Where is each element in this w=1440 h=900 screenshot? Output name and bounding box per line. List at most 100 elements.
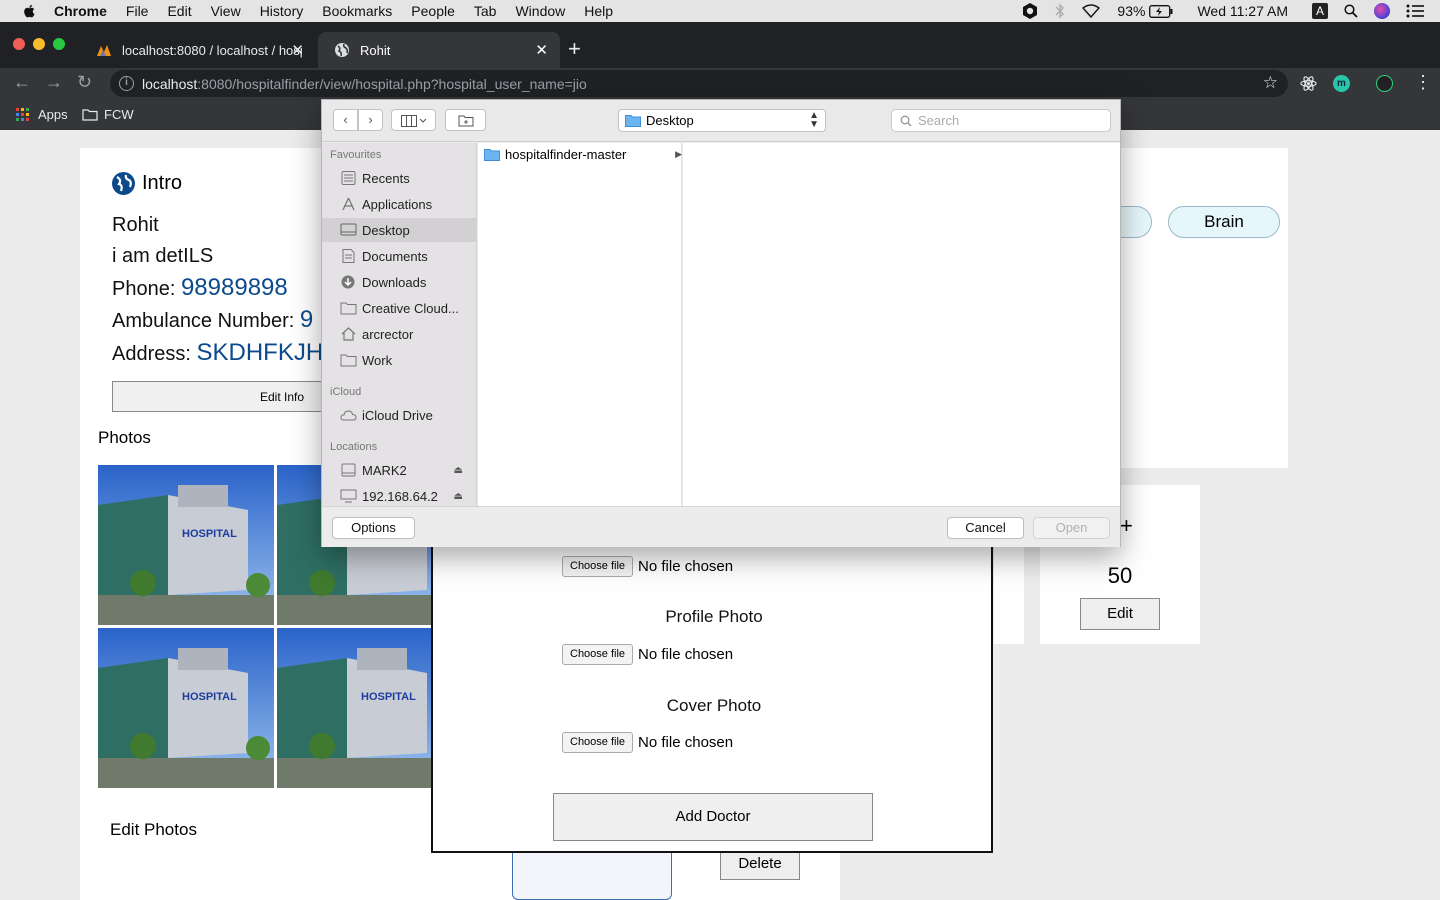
menu-people[interactable]: People [411, 3, 455, 19]
browser-toolbar: ← → ↻ i localhost:8080/hospitalfinder/vi… [0, 68, 1440, 99]
cover-photo-file-input[interactable]: Choose file No file chosen [562, 732, 733, 753]
menu-edit[interactable]: Edit [167, 3, 191, 19]
tab-rohit[interactable]: Rohit ✕ [318, 32, 560, 68]
phone-value[interactable]: 98989898 [181, 274, 288, 301]
favourites-heading: Favourites [330, 149, 382, 161]
back-button[interactable]: ← [13, 72, 31, 93]
sidebar-item-desktop[interactable]: Desktop [322, 218, 476, 242]
chrome-menu-icon[interactable]: ⋮ [1414, 72, 1432, 93]
folder-name: hospitalfinder-master [505, 146, 627, 162]
sidebar-label: Downloads [362, 274, 427, 290]
svg-text:HOSPITAL: HOSPITAL [182, 691, 237, 703]
edit-beds-button[interactable]: Edit [1080, 598, 1160, 630]
sidebar-item-mark2[interactable]: MARK2 ⏏ [322, 458, 476, 482]
location-popup[interactable]: Desktop ▲ ▼ [618, 109, 826, 132]
specialty-pill-brain[interactable]: Brain [1168, 206, 1280, 238]
window-minimize-button[interactable] [33, 38, 45, 50]
sidebar-item-home[interactable]: arcrector [322, 322, 476, 346]
sidebar-item-creative-cloud[interactable]: Creative Cloud... [322, 296, 476, 320]
react-devtools-icon[interactable] [1300, 75, 1317, 92]
doctor-photo-file-input[interactable]: Choose file No file chosen [562, 556, 733, 577]
profile-photo-file-input[interactable]: Choose file No file chosen [562, 644, 733, 665]
battery-icon[interactable] [1149, 4, 1173, 18]
address-row: Address: SKDHFKJHS [112, 339, 339, 367]
apple-menu-icon[interactable] [20, 3, 40, 19]
new-folder-button[interactable] [445, 109, 486, 131]
sidebar-item-downloads[interactable]: Downloads [322, 270, 476, 294]
tab-close-icon[interactable]: ✕ [535, 41, 548, 59]
tab-close-icon[interactable]: ✕ [291, 41, 304, 59]
eject-icon[interactable]: ⏏ [454, 491, 463, 502]
notification-center-icon[interactable] [1406, 4, 1424, 18]
choose-file-button[interactable]: Choose file [562, 556, 634, 577]
bookmark-apps[interactable]: Apps [16, 107, 68, 122]
menu-file[interactable]: File [126, 3, 149, 19]
spotlight-search-icon[interactable] [1344, 4, 1358, 18]
documents-icon [340, 249, 357, 263]
ambulance-row: Ambulance Number: 9 [112, 306, 313, 334]
extension-m-icon[interactable]: m [1333, 75, 1350, 92]
new-tab-button[interactable]: + [568, 36, 581, 62]
sidebar-item-recents[interactable]: Recents [322, 166, 476, 190]
bed-count: 50 [1107, 563, 1133, 588]
menu-history[interactable]: History [260, 3, 304, 19]
extension-profile-icon[interactable] [1376, 75, 1393, 92]
menu-chrome[interactable]: Chrome [54, 3, 107, 19]
hospital-photo[interactable]: HOSPITAL [98, 628, 274, 788]
cancel-button[interactable]: Cancel [947, 517, 1024, 539]
disk-icon [340, 463, 357, 477]
choose-file-button[interactable]: Choose file [562, 732, 634, 753]
hospital-photo[interactable]: HOSPITAL [277, 628, 432, 788]
locations-heading: Locations [330, 441, 378, 453]
menu-view[interactable]: View [211, 3, 241, 19]
bookmark-fcw[interactable]: FCW [82, 107, 134, 122]
menu-tab[interactable]: Tab [474, 3, 497, 19]
sidebar-item-icloud-drive[interactable]: iCloud Drive [322, 403, 476, 427]
menu-help[interactable]: Help [584, 3, 613, 19]
siri-icon[interactable] [1374, 3, 1390, 19]
icloud-heading: iCloud [330, 386, 362, 398]
add-doctor-button[interactable]: Add Doctor [553, 793, 873, 841]
folder-row-hospitalfinder-master[interactable]: hospitalfinder-master ▶ [484, 145, 684, 163]
ambulance-value[interactable]: 9 [300, 306, 313, 333]
file-status: No file chosen [638, 558, 734, 575]
dialog-forward-button[interactable]: › [358, 109, 383, 131]
sidebar-item-applications[interactable]: Applications [322, 192, 476, 216]
dialog-search-field[interactable]: Search [891, 109, 1111, 132]
eject-icon[interactable]: ⏏ [454, 465, 463, 476]
menu-bookmarks[interactable]: Bookmarks [322, 3, 392, 19]
app-status-icon[interactable] [1021, 2, 1039, 20]
options-button[interactable]: Options [332, 517, 415, 539]
wifi-icon[interactable] [1081, 3, 1101, 19]
sidebar-label: Recents [362, 170, 410, 186]
open-button[interactable]: Open [1033, 517, 1110, 539]
clock[interactable]: Wed 11:27 AM [1197, 3, 1288, 19]
location-label: Desktop [646, 113, 694, 128]
site-info-icon[interactable]: i [119, 76, 134, 91]
sidebar-label: MARK2 [362, 462, 407, 478]
folder-icon [625, 115, 641, 127]
edit-photos-link[interactable]: Edit Photos [110, 820, 197, 840]
choose-file-button[interactable]: Choose file [562, 644, 634, 665]
bluetooth-icon[interactable] [1055, 3, 1065, 19]
dialog-back-button[interactable]: ‹ [333, 109, 358, 131]
bookmark-star-icon[interactable]: ☆ [1263, 73, 1278, 93]
reload-button[interactable]: ↻ [77, 72, 92, 93]
forward-button[interactable]: → [45, 72, 63, 93]
view-mode-button[interactable] [391, 109, 436, 131]
address-bar[interactable]: i localhost:8080/hospitalfinder/view/hos… [110, 70, 1288, 97]
window-close-button[interactable] [13, 38, 25, 50]
input-source-icon[interactable]: A [1312, 3, 1328, 19]
hospital-photo[interactable]: HOSPITAL [98, 465, 274, 625]
window-zoom-button[interactable] [53, 38, 65, 50]
sidebar-item-work[interactable]: Work [322, 348, 476, 372]
bookmark-label: Apps [38, 107, 68, 122]
globe-icon [335, 43, 349, 57]
menu-window[interactable]: Window [515, 3, 565, 19]
sidebar-item-documents[interactable]: Documents [322, 244, 476, 268]
add-bed-icon[interactable]: + [1120, 513, 1133, 539]
desktop-icon [340, 223, 357, 237]
address-label: Address: [112, 343, 197, 365]
sidebar-item-network-host[interactable]: 192.168.64.2 ⏏ [322, 484, 476, 506]
tab-phpmyadmin[interactable]: localhost:8080 / localhost / hosp ✕ [80, 32, 316, 68]
